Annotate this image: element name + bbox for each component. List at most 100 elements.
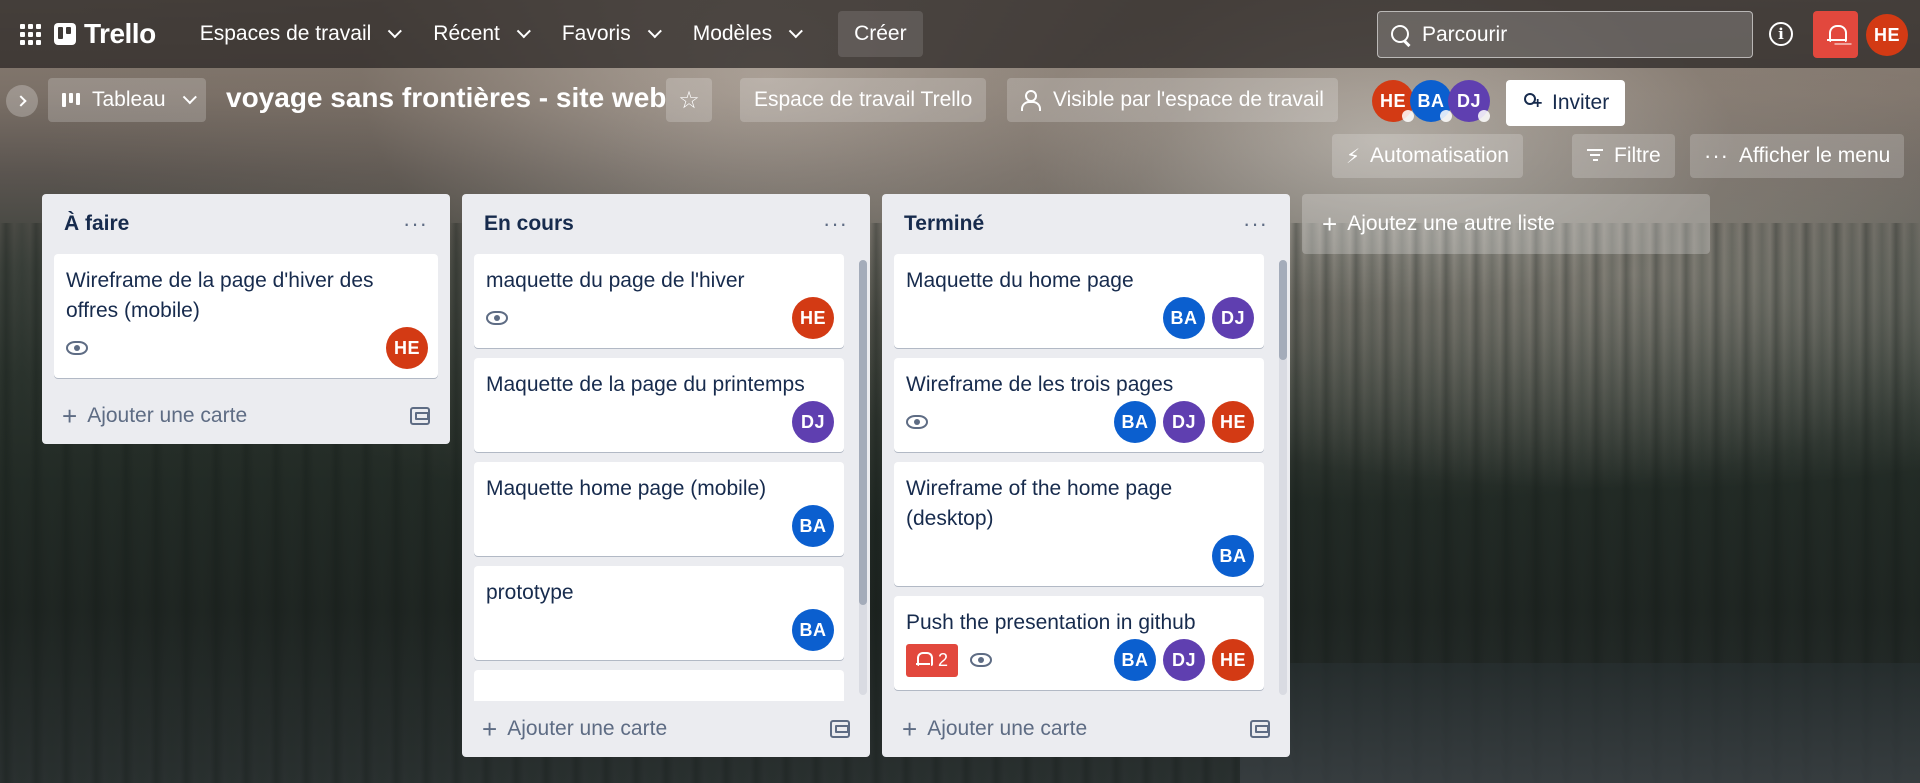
search-placeholder: Parcourir	[1422, 22, 1508, 46]
info-button[interactable]: i	[1764, 17, 1798, 51]
invite-button[interactable]: Inviter	[1506, 80, 1626, 126]
card-member-avatar[interactable]: DJ	[1163, 401, 1205, 443]
automation-button[interactable]: ⚡ Automatisation	[1332, 134, 1523, 178]
list-menu-icon[interactable]: ···	[1243, 211, 1268, 237]
filter-button[interactable]: Filtre	[1572, 134, 1675, 178]
card-member-avatar[interactable]: BA	[792, 609, 834, 651]
card[interactable]: Maquette home page (mobile) BA	[474, 462, 844, 556]
card-template-icon[interactable]	[1250, 720, 1270, 738]
show-menu-button[interactable]: ··· Afficher le menu	[1690, 134, 1905, 178]
add-card-label: Ajouter une carte	[507, 717, 668, 740]
board-view-switcher[interactable]: Tableau	[48, 78, 206, 122]
user-avatar[interactable]: HE	[1866, 14, 1908, 56]
card[interactable]: Maquette du home page BA DJ	[894, 254, 1264, 348]
add-card-button[interactable]: + Ajouter une carte	[882, 701, 1290, 757]
plus-icon: +	[62, 401, 78, 431]
list-scrollbar[interactable]	[859, 260, 867, 695]
show-menu-label: Afficher le menu	[1738, 144, 1891, 167]
nav-starred[interactable]: Favoris	[548, 14, 671, 54]
watch-eye-icon	[906, 415, 928, 429]
card-member-avatar[interactable]: HE	[1212, 401, 1254, 443]
add-list-button[interactable]: + Ajoutez une autre liste	[1302, 194, 1710, 254]
board-view-label: Tableau	[92, 88, 166, 111]
star-board-button[interactable]: ☆	[666, 78, 712, 122]
plus-icon: +	[482, 714, 498, 744]
scrollbar-thumb[interactable]	[859, 260, 867, 605]
card-member-avatar[interactable]: DJ	[792, 401, 834, 443]
sidebar-expand-button[interactable]	[6, 85, 38, 117]
chevron-down-icon	[788, 24, 803, 39]
member-avatar[interactable]: BA	[1410, 80, 1452, 122]
card[interactable]: Push the presentation in github 2 BA DJ …	[894, 596, 1264, 690]
card-member-avatar[interactable]: HE	[792, 297, 834, 339]
card[interactable]: Wireframe de la page d'hiver des offres …	[54, 254, 438, 378]
trello-logo[interactable]: Trello	[54, 18, 156, 50]
board-view-icon	[62, 93, 82, 107]
card-title: Wireframe de les trois pages	[906, 373, 1174, 396]
card-partial[interactable]	[474, 670, 844, 701]
star-icon: ☆	[678, 86, 700, 114]
card-container: maquette du page de l'hiver HE Maquette …	[462, 254, 870, 701]
card-member-avatar[interactable]: DJ	[1163, 639, 1205, 681]
card-template-icon[interactable]	[410, 407, 430, 425]
card-member-avatar[interactable]: BA	[1163, 297, 1205, 339]
filter-icon	[1586, 149, 1604, 163]
visibility-button[interactable]: Visible par l'espace de travail	[1007, 78, 1338, 122]
add-card-button[interactable]: + Ajouter une carte	[462, 701, 870, 757]
board-header: Tableau voyage sans frontières - site we…	[0, 68, 1920, 208]
list-todo: À faire ··· Wireframe de la page d'hiver…	[42, 194, 450, 444]
list-scrollbar[interactable]	[1279, 260, 1287, 695]
card-title: Maquette de la page du printemps	[486, 373, 805, 396]
card-title: Push the presentation in github	[906, 611, 1196, 634]
add-card-button[interactable]: + Ajouter une carte	[42, 388, 450, 444]
search-input[interactable]: Parcourir	[1377, 11, 1753, 58]
card[interactable]: Wireframe de les trois pages BA DJ HE	[894, 358, 1264, 452]
card-member-avatar[interactable]: HE	[1212, 639, 1254, 681]
card[interactable]: maquette du page de l'hiver HE	[474, 254, 844, 348]
member-avatar[interactable]: DJ	[1448, 80, 1490, 122]
chevron-down-icon	[647, 24, 662, 39]
app-switcher-icon[interactable]	[12, 16, 48, 52]
card-member-avatar[interactable]: BA	[1114, 639, 1156, 681]
list-title[interactable]: En cours	[484, 212, 574, 236]
list-menu-icon[interactable]: ···	[823, 211, 848, 237]
card-template-icon[interactable]	[830, 720, 850, 738]
card-member-avatar[interactable]: HE	[386, 327, 428, 369]
card-member-avatar[interactable]: BA	[1114, 401, 1156, 443]
add-card-label: Ajouter une carte	[927, 717, 1088, 740]
people-icon	[1021, 90, 1043, 111]
list-title[interactable]: Terminé	[904, 212, 984, 236]
list-menu-icon[interactable]: ···	[403, 211, 428, 237]
nav-recent[interactable]: Récent	[419, 14, 540, 54]
list-header: À faire ···	[42, 194, 450, 254]
automation-label: Automatisation	[1370, 144, 1509, 167]
card[interactable]: Wireframe of the home page (desktop) BA	[894, 462, 1264, 586]
invite-label: Inviter	[1552, 91, 1610, 114]
notifications-button[interactable]	[1813, 11, 1858, 58]
filter-label: Filtre	[1614, 144, 1661, 167]
search-icon	[1390, 24, 1412, 46]
card[interactable]: prototype BA	[474, 566, 844, 660]
nav-recent-label: Récent	[433, 22, 500, 45]
nav-workspaces[interactable]: Espaces de travail	[186, 14, 412, 54]
list-in-progress: En cours ··· maquette du page de l'hiver…	[462, 194, 870, 757]
member-avatar[interactable]: HE	[1372, 80, 1414, 122]
chevron-down-icon	[182, 90, 197, 105]
list-title[interactable]: À faire	[64, 212, 129, 236]
card[interactable]: Maquette de la page du printemps DJ	[474, 358, 844, 452]
card-member-avatar[interactable]: BA	[792, 505, 834, 547]
card-title: Wireframe de la page d'hiver des offres …	[66, 269, 374, 322]
notification-badge: 2	[906, 643, 959, 677]
card-member-avatar[interactable]: DJ	[1212, 297, 1254, 339]
scrollbar-thumb[interactable]	[1279, 260, 1287, 360]
card-member-avatar[interactable]: BA	[1212, 535, 1254, 577]
create-button[interactable]: Créer	[838, 11, 923, 57]
watch-eye-icon	[66, 341, 88, 355]
nav-templates[interactable]: Modèles	[679, 14, 812, 54]
more-dots-icon: ···	[1704, 143, 1729, 168]
card-title: Wireframe of the home page (desktop)	[906, 477, 1173, 530]
board-title[interactable]: voyage sans frontières - site web	[226, 82, 666, 114]
notification-count: 2	[938, 649, 949, 670]
card-title: prototype	[486, 581, 574, 604]
workspace-button[interactable]: Espace de travail Trello	[740, 78, 987, 122]
